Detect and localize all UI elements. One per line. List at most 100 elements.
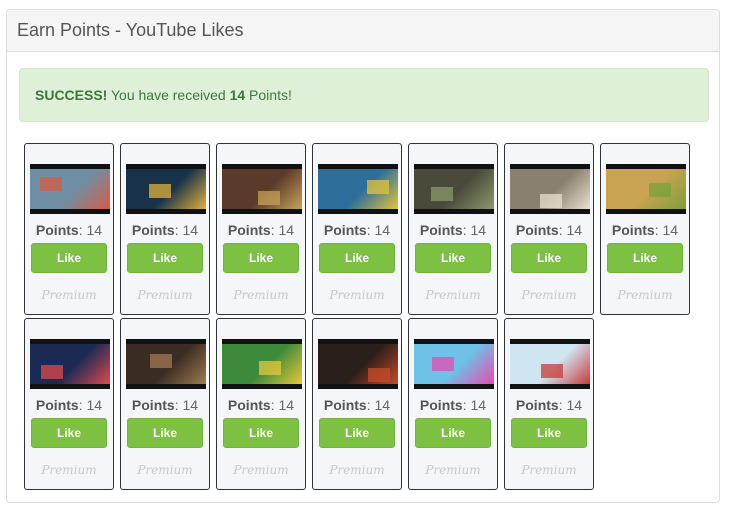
like-button[interactable]: Like [415, 418, 491, 448]
video-thumbnail[interactable] [318, 339, 398, 389]
points-label: Points [227, 222, 271, 238]
like-button[interactable]: Like [607, 243, 683, 273]
points-label: Points [419, 222, 463, 238]
points-label: Points [131, 397, 175, 413]
points-label: Points [323, 222, 367, 238]
like-button[interactable]: Like [319, 243, 395, 273]
points-value: : 14 [462, 222, 487, 238]
points-label: Points [35, 397, 79, 413]
thumbnail-detail [41, 365, 63, 379]
like-button[interactable]: Like [223, 418, 299, 448]
video-thumbnail[interactable] [414, 339, 494, 389]
points-label: Points [515, 397, 559, 413]
video-card: Points: 14 Like Premium [120, 318, 210, 490]
video-card: Points: 14 Like Premium [312, 318, 402, 490]
video-card: Points: 14 Like Premium [216, 143, 306, 315]
like-button[interactable]: Like [31, 418, 107, 448]
points-value: : 14 [654, 222, 679, 238]
panel-title: Earn Points - YouTube Likes [7, 10, 719, 52]
points-value: : 14 [462, 397, 487, 413]
points-text: Points: 14 [25, 222, 113, 238]
premium-label: Premium [233, 288, 289, 302]
like-button[interactable]: Like [415, 243, 491, 273]
success-alert: SUCCESS! You have received 14 Points! [19, 68, 709, 122]
points-value: : 14 [78, 222, 103, 238]
premium-label: Premium [617, 288, 673, 302]
thumbnail-detail [258, 191, 280, 205]
like-button[interactable]: Like [223, 243, 299, 273]
like-button[interactable]: Like [127, 418, 203, 448]
thumbnail-detail [368, 368, 390, 382]
thumbnail-detail [40, 177, 62, 191]
points-text: Points: 14 [505, 222, 593, 238]
thumbnail-image [414, 344, 494, 384]
video-thumbnail[interactable] [126, 164, 206, 214]
premium-label: Premium [41, 463, 97, 477]
video-thumbnail[interactable] [318, 164, 398, 214]
points-text: Points: 14 [409, 397, 497, 413]
video-card: Points: 14 Like Premium [504, 318, 594, 490]
thumbnail-image [126, 169, 206, 209]
video-card: Points: 14 Like Premium [216, 318, 306, 490]
premium-label: Premium [41, 288, 97, 302]
points-value: : 14 [174, 397, 199, 413]
video-card: Points: 14 Like Premium [120, 143, 210, 315]
points-value: : 14 [270, 397, 295, 413]
points-value: : 14 [558, 397, 583, 413]
video-thumbnail[interactable] [414, 164, 494, 214]
thumbnail-image [222, 344, 302, 384]
video-card: Points: 14 Like Premium [24, 143, 114, 315]
alert-text-1: You have received [107, 87, 230, 103]
video-thumbnail[interactable] [126, 339, 206, 389]
points-value: : 14 [270, 222, 295, 238]
thumbnail-detail [149, 184, 171, 198]
video-card: Points: 14 Like Premium [504, 143, 594, 315]
premium-label: Premium [425, 463, 481, 477]
premium-label: Premium [233, 463, 289, 477]
points-text: Points: 14 [25, 397, 113, 413]
points-text: Points: 14 [409, 222, 497, 238]
points-text: Points: 14 [121, 397, 209, 413]
points-text: Points: 14 [313, 222, 401, 238]
alert-amount: 14 [229, 87, 246, 103]
like-button[interactable]: Like [31, 243, 107, 273]
points-label: Points [323, 397, 367, 413]
points-text: Points: 14 [313, 397, 401, 413]
like-button[interactable]: Like [319, 418, 395, 448]
video-thumbnail[interactable] [222, 164, 302, 214]
video-thumbnail[interactable] [222, 339, 302, 389]
thumbnail-detail [431, 187, 453, 201]
video-thumbnail[interactable] [30, 339, 110, 389]
alert-status: SUCCESS! [35, 87, 108, 103]
thumbnail-image [126, 344, 206, 384]
like-button[interactable]: Like [511, 243, 587, 273]
like-button[interactable]: Like [511, 418, 587, 448]
points-label: Points [131, 222, 175, 238]
thumbnail-image [318, 344, 398, 384]
points-label: Points [419, 397, 463, 413]
thumbnail-detail [649, 183, 671, 197]
thumbnail-detail [150, 354, 172, 368]
alert-text-2: Points! [245, 87, 292, 103]
video-thumbnail[interactable] [510, 339, 590, 389]
like-button[interactable]: Like [127, 243, 203, 273]
premium-label: Premium [137, 463, 193, 477]
premium-label: Premium [521, 288, 577, 302]
video-thumbnail[interactable] [510, 164, 590, 214]
premium-label: Premium [329, 288, 385, 302]
premium-label: Premium [425, 288, 481, 302]
points-text: Points: 14 [217, 397, 305, 413]
points-value: : 14 [78, 397, 103, 413]
premium-label: Premium [137, 288, 193, 302]
video-thumbnail[interactable] [30, 164, 110, 214]
points-label: Points [227, 397, 271, 413]
points-value: : 14 [366, 397, 391, 413]
thumbnail-image [222, 169, 302, 209]
thumbnail-detail [367, 180, 389, 194]
points-value: : 14 [558, 222, 583, 238]
points-text: Points: 14 [505, 397, 593, 413]
thumbnail-image [510, 344, 590, 384]
points-label: Points [515, 222, 559, 238]
video-card: Points: 14 Like Premium [408, 143, 498, 315]
video-thumbnail[interactable] [606, 164, 686, 214]
